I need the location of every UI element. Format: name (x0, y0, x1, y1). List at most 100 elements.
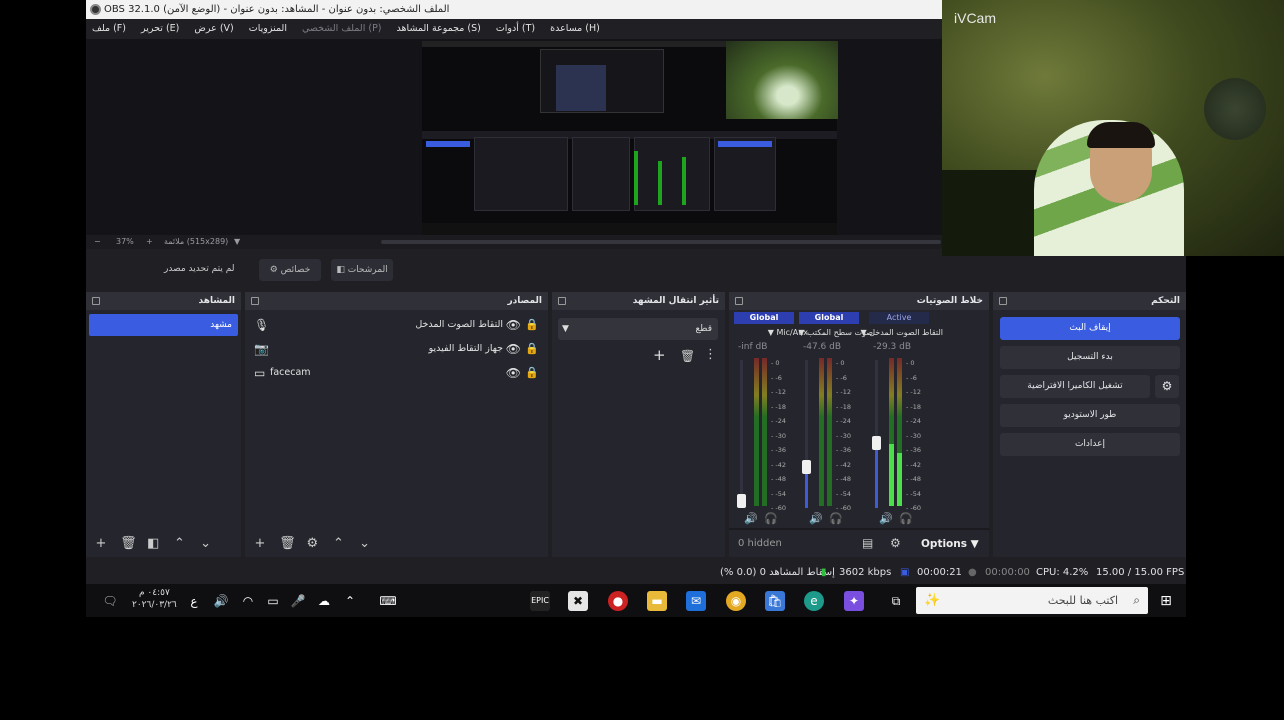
taskbar-search[interactable]: اكتب هنا للبحث ⌕ ✨ (916, 587, 1148, 614)
monitor-headphones-icon[interactable]: 🎧 (764, 512, 778, 525)
ivcam-window[interactable]: iVCam (942, 0, 1284, 256)
monitor-headphones-icon[interactable]: 🎧 (829, 512, 843, 525)
add-transition-icon[interactable]: + (653, 346, 666, 364)
chevron-up-icon[interactable]: ⌃ (340, 591, 360, 611)
zoom-in-icon[interactable]: + (146, 235, 153, 249)
visibility-eye-icon[interactable]: 👁 (506, 362, 521, 384)
add-scene-icon[interactable]: + (94, 531, 108, 557)
undock-icon[interactable] (92, 297, 100, 305)
fader-knob[interactable] (802, 459, 811, 474)
stop-streaming-button[interactable]: إيقاف البث (1000, 317, 1180, 340)
lock-icon[interactable]: 🔒 (525, 362, 539, 384)
scale-mode-dropdown-icon[interactable]: ▼ (234, 235, 240, 249)
volume-fader[interactable] (740, 360, 743, 508)
start-recording-button[interactable]: بدء التسجيل (1000, 346, 1180, 369)
options-button[interactable]: Options ▼ (921, 538, 979, 550)
monitor-headphones-icon[interactable]: 🎧 (899, 512, 913, 525)
mute-icon[interactable]: 🔊 (809, 512, 823, 525)
remove-scene-icon[interactable]: 🗑 (120, 531, 137, 557)
lock-icon[interactable]: 🔒 (525, 314, 539, 336)
virtual-camera-settings-icon[interactable]: ⚙ (1155, 375, 1179, 398)
mute-icon[interactable]: 🔊 (879, 512, 893, 525)
capcut-icon[interactable]: ✖ (568, 591, 588, 611)
properties-button[interactable]: ⚙ خصائص (259, 259, 321, 281)
scene-item[interactable]: مشهد (89, 314, 238, 336)
channel-db: -29.3 dB (873, 342, 912, 352)
outlook-icon[interactable]: ✉ (686, 591, 706, 611)
scale-tick: - -6 (771, 373, 782, 382)
sources-header: المصادر (245, 292, 548, 310)
move-up-icon[interactable]: ⌃ (172, 531, 186, 557)
keyboard-icon[interactable]: ⌨ (378, 591, 398, 611)
undock-icon[interactable] (251, 297, 259, 305)
notification-icon[interactable]: 🗨 (100, 591, 120, 611)
wifi-icon[interactable]: ◠ (238, 591, 258, 611)
menu-edit[interactable]: تحرير (E) (135, 19, 185, 39)
transitions-title: تأثير انتقال المشهد (632, 296, 719, 306)
scale-tick: - -48 (906, 475, 922, 483)
lock-icon[interactable]: 🔒 (525, 338, 539, 360)
obs-taskbar-icon[interactable]: ● (608, 591, 628, 611)
menu-profile[interactable]: الملف الشخصي (P) (296, 19, 388, 39)
microphone-tray-icon[interactable]: 🎤 (288, 591, 308, 611)
edge-icon[interactable]: e (804, 591, 824, 611)
scene-filters-icon[interactable]: ◧ (146, 531, 160, 557)
file-explorer-icon[interactable]: ▬ (647, 591, 667, 611)
undock-icon[interactable] (558, 297, 566, 305)
move-down-icon[interactable]: ⌄ (199, 531, 213, 557)
transition-menu-icon[interactable]: ⋮ (704, 347, 717, 362)
filters-button[interactable]: ◧ المرشحات (331, 259, 393, 281)
source-item[interactable]: 🎙 التقاط الصوت المدخل 👁 🔒 (251, 314, 543, 336)
remove-transition-icon[interactable]: 🗑 (680, 349, 695, 363)
settings-button[interactable]: إعدادات (1000, 433, 1180, 456)
menu-help[interactable]: مساعدة (H) (544, 19, 606, 39)
task-view-icon[interactable]: ⧉ (886, 591, 906, 611)
visibility-eye-icon[interactable]: 👁 (506, 338, 521, 360)
studio-mode-button[interactable]: طور الاستوديو (1000, 404, 1180, 427)
add-source-icon[interactable]: + (253, 531, 267, 557)
undock-icon[interactable] (735, 297, 743, 305)
channel-name[interactable]: التقاط الصوت المدخل ▼ (861, 326, 944, 340)
copilot-icon[interactable]: ✦ (844, 591, 864, 611)
fader-knob[interactable] (872, 435, 881, 450)
volume-fader[interactable] (805, 360, 808, 508)
fader-knob[interactable] (737, 493, 746, 508)
move-down-icon[interactable]: ⌄ (358, 531, 372, 557)
source-item[interactable]: 📷 جهاز التقاط الفيديو 👁 🔒 (251, 338, 543, 360)
transition-select[interactable]: قطع ▼ (558, 318, 718, 340)
webcam-hair (1087, 122, 1155, 148)
menu-view[interactable]: عرض (V) (188, 19, 239, 39)
epic-games-icon[interactable]: EPIC (530, 591, 550, 611)
menu-scene-collection[interactable]: مجموعة المشاهد (S) (391, 19, 487, 39)
source-properties-icon[interactable]: ⚙ (305, 531, 319, 557)
battery-icon[interactable]: ▭ (263, 591, 283, 611)
channel-name[interactable]: Mic/Aux ▼ (734, 326, 808, 340)
undock-icon[interactable] (999, 297, 1007, 305)
scale-mode[interactable]: ملائمة (515x289) (164, 235, 228, 249)
menu-docks[interactable]: المنزويات (243, 19, 293, 39)
menu-file[interactable]: ملف (F) (86, 19, 132, 39)
store-icon[interactable]: 🛍 (765, 591, 785, 611)
windows-start-icon[interactable]: ⊞ (1156, 591, 1176, 611)
zoom-out-icon[interactable]: − (94, 235, 101, 249)
cloud-icon[interactable]: ☁ (314, 591, 334, 611)
chrome-icon[interactable]: ◉ (726, 591, 746, 611)
fps: 15.00 / 15.00 FPS (1096, 567, 1185, 578)
preview-canvas[interactable] (86, 39, 942, 235)
clock[interactable]: ٠٤:٥٧ م ٢٠٢٦/٠٣/٢٦ (132, 587, 177, 611)
volume-fader[interactable] (875, 360, 878, 508)
input-language[interactable]: ع (184, 591, 204, 611)
window-title: OBS 32.1.0 (الوضع الآمن) - الملف الشخصي:… (104, 4, 450, 15)
visibility-eye-icon[interactable]: 👁 (506, 314, 521, 336)
advanced-audio-icon[interactable]: ⚙ (890, 536, 901, 550)
volume-icon[interactable]: 🔊 (211, 591, 231, 611)
move-up-icon[interactable]: ⌃ (331, 531, 345, 557)
mixer-layout-icon[interactable]: ▤ (862, 536, 873, 550)
rec-time: 00:00:00 (985, 567, 1030, 578)
source-item[interactable]: ▭ facecam 👁 🔒 (251, 362, 543, 384)
remove-source-icon[interactable]: 🗑 (279, 531, 296, 557)
preview-scrollbar[interactable] (381, 240, 941, 244)
start-virtual-camera-button[interactable]: تشغيل الكاميرا الافتراضية (1000, 375, 1150, 398)
mute-icon[interactable]: 🔊 (744, 512, 758, 525)
menu-tools[interactable]: أدوات (T) (490, 19, 541, 39)
